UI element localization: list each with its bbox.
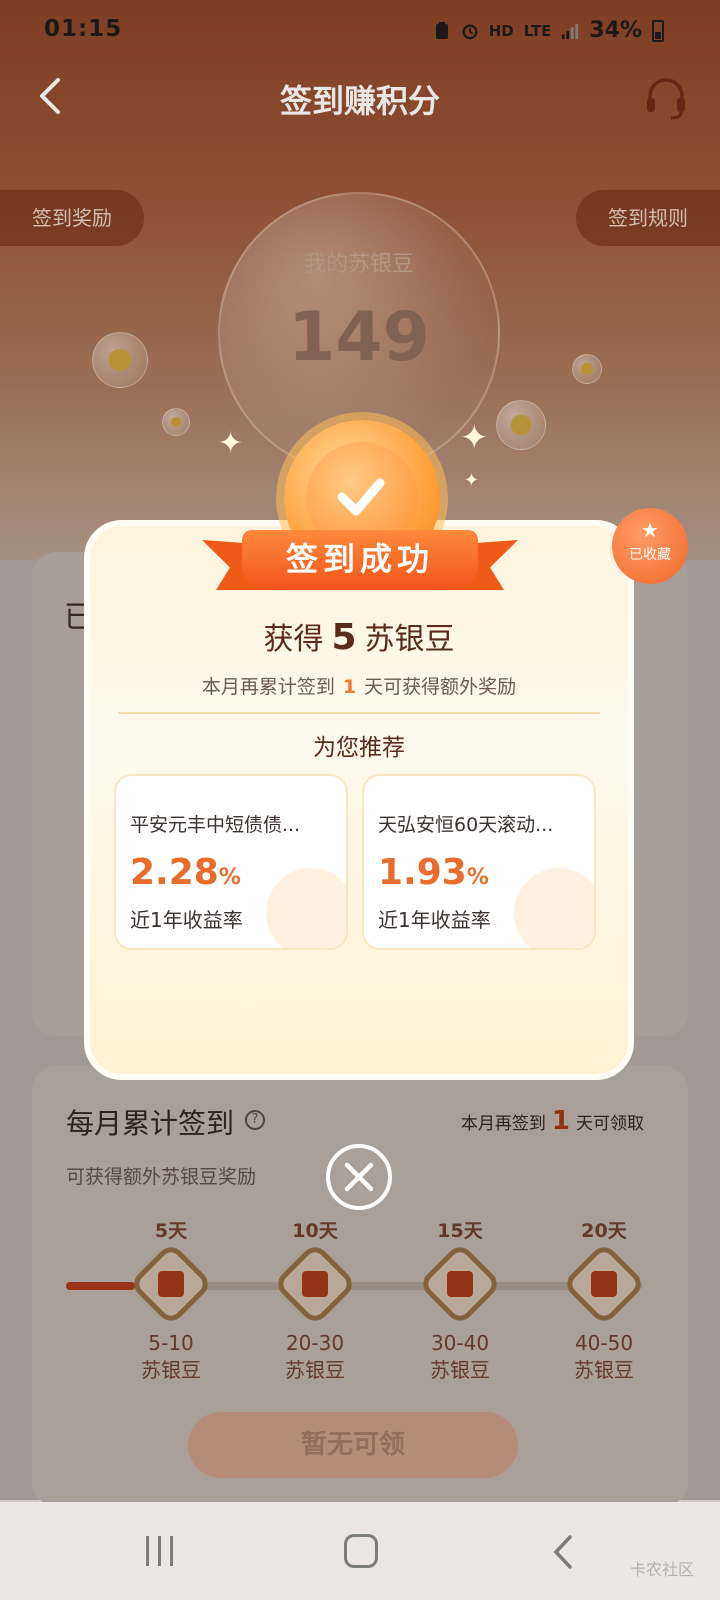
home-button[interactable] <box>344 1534 378 1568</box>
fund-rate-value: 1.93 <box>378 852 467 893</box>
fund-rate: 2.28% <box>130 852 241 893</box>
star-icon: ★ <box>641 518 659 542</box>
collected-badge[interactable]: ★ 已收藏 <box>612 508 688 584</box>
earned-amount: 5 <box>331 617 357 658</box>
divider <box>118 712 600 714</box>
fund-rate-label: 近1年收益率 <box>378 908 491 932</box>
fund-decoration <box>514 868 594 948</box>
fund-name: 平安元丰中短债债... <box>130 814 301 836</box>
recent-apps-button[interactable] <box>142 1534 178 1568</box>
system-nav-bar: 卡农社区 <box>0 1502 720 1600</box>
fund-rate-label: 近1年收益率 <box>130 908 243 932</box>
watermark: 卡农社区 <box>629 1560 694 1579</box>
system-back-button[interactable] <box>548 1534 578 1570</box>
collected-label: 已收藏 <box>629 547 671 563</box>
success-ribbon: 签到成功 <box>242 530 478 590</box>
fund-rate-value: 2.28 <box>130 852 219 893</box>
earned-suffix: 苏银豆 <box>364 622 455 657</box>
fund-name: 天弘安恒60天滚动... <box>378 814 554 836</box>
fund-rate: 1.93% <box>378 852 489 893</box>
earned-line: 获得 5 苏银豆 <box>90 614 628 658</box>
extra-prefix: 本月再累计签到 <box>201 676 335 698</box>
fund-card[interactable]: 天弘安恒60天滚动... 1.93% 近1年收益率 <box>362 774 596 950</box>
sparkle-icon: ✦ <box>464 470 480 491</box>
close-button[interactable] <box>326 1144 392 1210</box>
checkin-success-dialog: 获得 5 苏银豆 本月再累计签到 1 天可获得额外奖励 为您推荐 平安元丰中短债债...… <box>84 520 634 1080</box>
recommend-title: 为您推荐 <box>313 735 405 761</box>
extra-suffix: 天可获得额外奖励 <box>364 676 517 698</box>
fund-rate-unit: % <box>466 865 489 890</box>
extra-reward-hint: 本月再累计签到 1 天可获得额外奖励 <box>90 672 628 699</box>
sparkle-icon: ✦ <box>460 418 489 458</box>
earned-prefix: 获得 <box>263 622 324 657</box>
fund-card[interactable]: 平安元丰中短债债... 2.28% 近1年收益率 <box>114 774 348 950</box>
fund-rate-unit: % <box>218 865 241 890</box>
sparkle-icon: ✦ <box>218 426 244 461</box>
extra-days: 1 <box>342 676 357 698</box>
fund-decoration <box>266 868 346 948</box>
